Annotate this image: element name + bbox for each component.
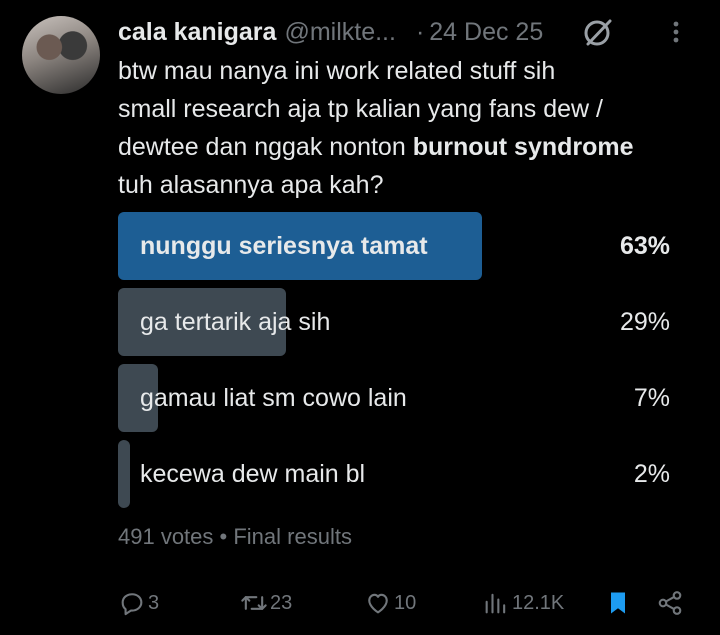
poll-meta: 491 votes • Final results <box>118 524 352 550</box>
poll-option-percent: 29% <box>619 308 670 336</box>
poll-option-label: nunggu seriesnya tamat <box>140 232 428 260</box>
views-icon <box>485 593 506 614</box>
poll-status: Final results <box>233 524 352 549</box>
poll-option-percent: 7% <box>633 384 670 412</box>
repost-button[interactable]: 23 <box>240 586 292 620</box>
tweet-text-bold: burnout syndrome <box>412 133 634 161</box>
like-count: 10 <box>394 591 417 614</box>
repost-count: 23 <box>270 591 293 614</box>
poll: nunggu seriesnya tamat 63% ga tertarik a… <box>118 212 670 516</box>
tweet-text-segment: dewtee dan nggak nonton <box>118 133 413 161</box>
poll-option: ga tertarik aja sih 29% <box>118 288 670 356</box>
poll-option: kecewa dew main bl 2% <box>118 440 670 508</box>
avatar[interactable] <box>22 16 100 94</box>
tweet-header: cala kanigara @milkte... · 24 Dec 25 <box>118 12 700 52</box>
display-name[interactable]: cala kanigara <box>118 18 276 47</box>
poll-option-percent: 63% <box>619 232 670 260</box>
action-bar: 3 23 10 12.1K <box>118 586 688 620</box>
tweet-text-line: btw mau nanya ini work related stuff sih <box>118 57 556 85</box>
tweet-text-line: small research aja tp kalian yang fans d… <box>118 95 603 123</box>
tweet-text: btw mau nanya ini work related stuff sih… <box>118 52 708 204</box>
more-icon[interactable] <box>664 20 688 44</box>
poll-option: nunggu seriesnya tamat 63% <box>118 212 670 280</box>
views-count: 12.1K <box>512 591 565 614</box>
reply-count: 3 <box>148 591 160 614</box>
bookmark-icon <box>611 592 625 614</box>
user-handle[interactable]: @milkte... <box>284 18 396 47</box>
header-separator: · <box>415 17 425 46</box>
views-button[interactable]: 12.1K <box>482 586 564 620</box>
post-date[interactable]: 24 Dec 25 <box>429 18 543 47</box>
grok-icon[interactable] <box>582 16 614 48</box>
repost-icon <box>241 596 267 610</box>
poll-option-label: gamau liat sm cowo lain <box>140 384 407 412</box>
reply-button[interactable]: 3 <box>118 586 159 620</box>
share-icon <box>658 591 682 615</box>
poll-votes: 491 votes <box>118 524 214 549</box>
poll-option-label: ga tertarik aja sih <box>140 308 331 336</box>
poll-option-label: kecewa dew main bl <box>140 460 366 488</box>
bookmark-button[interactable] <box>604 586 632 620</box>
reply-icon <box>121 593 143 616</box>
poll-option-bar <box>118 440 130 508</box>
poll-option: gamau liat sm cowo lain 7% <box>118 364 670 432</box>
poll-option-percent: 2% <box>633 460 670 488</box>
tweet-text-line: tuh alasannya apa kah? <box>118 171 384 199</box>
like-button[interactable]: 10 <box>364 586 416 620</box>
tweet-text-line: dewtee dan nggak nonton burnout syndrome <box>118 128 708 166</box>
poll-meta-separator: • <box>219 524 228 549</box>
share-button[interactable] <box>656 586 684 620</box>
like-icon <box>368 593 388 614</box>
